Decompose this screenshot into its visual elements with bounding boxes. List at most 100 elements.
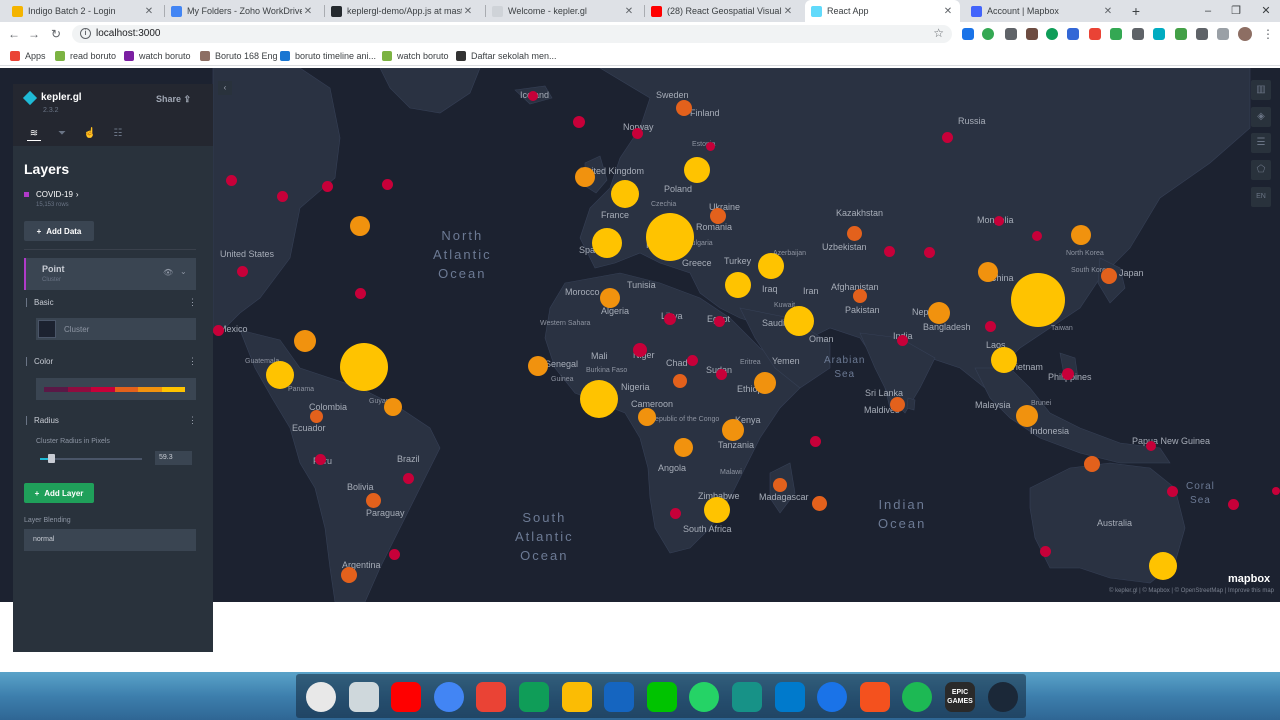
section-color[interactable]: Color (26, 357, 53, 366)
bookmark-item[interactable]: Boruto 168 Eng (200, 49, 278, 63)
cluster-point[interactable] (669, 507, 681, 519)
cluster-point[interactable] (1062, 368, 1074, 380)
cluster-point[interactable] (676, 100, 692, 116)
spotify-icon[interactable] (902, 682, 933, 712)
color-range-selector[interactable] (36, 378, 196, 400)
cluster-point[interactable] (575, 167, 595, 187)
cluster-point[interactable] (713, 315, 725, 327)
cluster-point[interactable] (1084, 456, 1100, 472)
more-options-icon[interactable]: ⋮ (188, 297, 197, 308)
close-tab-icon[interactable]: ✕ (143, 6, 155, 17)
chevron-down-icon[interactable]: ⌄ (180, 267, 187, 276)
cluster-point[interactable] (528, 356, 548, 376)
map-attribution[interactable]: © kepler.gl | © Mapbox | © OpenStreetMap… (1109, 588, 1274, 594)
extension-icon[interactable] (1132, 28, 1144, 40)
cluster-point[interactable] (266, 361, 294, 389)
share-button[interactable]: Share ⇪ (156, 94, 191, 105)
tab-layers-icon[interactable]: ≋ (27, 127, 41, 141)
profile-avatar[interactable] (1238, 27, 1252, 41)
collapse-panel-button[interactable]: ‹ (218, 81, 232, 95)
cluster-point[interactable] (889, 396, 905, 412)
cluster-point[interactable] (580, 380, 618, 418)
bookmark-item[interactable]: Daftar sekolah men... (456, 49, 557, 63)
locale-button[interactable]: EN (1251, 187, 1271, 207)
close-tab-icon[interactable]: ✕ (1102, 6, 1114, 17)
cluster-point[interactable] (673, 437, 693, 457)
more-options-icon[interactable]: ⋮ (188, 356, 197, 367)
apps-shortcut[interactable]: Apps (10, 49, 46, 63)
cluster-point[interactable] (388, 548, 400, 560)
bookmark-star-icon[interactable]: ☆ (933, 26, 944, 40)
site-info-icon[interactable]: i (80, 28, 91, 39)
extension-icon[interactable] (1110, 28, 1122, 40)
address-bar[interactable]: i localhost:3000 ☆ (72, 25, 952, 43)
cluster-point[interactable] (236, 265, 248, 277)
cluster-point[interactable] (853, 289, 867, 303)
cluster-point[interactable] (684, 157, 710, 183)
cluster-point[interactable] (611, 180, 639, 208)
maps-icon[interactable] (817, 682, 848, 712)
cluster-point[interactable] (633, 343, 647, 357)
steam-icon[interactable] (987, 682, 1018, 712)
cluster-point[interactable] (350, 216, 370, 236)
blending-select[interactable]: normal (24, 529, 196, 551)
cluster-point[interactable] (600, 288, 620, 308)
cluster-point[interactable] (1011, 273, 1065, 327)
cluster-point[interactable] (321, 180, 333, 192)
reading-list-icon[interactable] (1217, 28, 1229, 40)
radius-slider-handle[interactable] (48, 454, 55, 463)
draw-polygon-icon[interactable]: ⬠ (1251, 160, 1271, 180)
cluster-point[interactable] (1071, 225, 1091, 245)
cluster-point[interactable] (784, 306, 814, 336)
cluster-point[interactable] (811, 495, 827, 511)
browser-tab[interactable]: Account | Mapbox ✕ (965, 0, 1120, 22)
radius-slider-track[interactable] (40, 458, 142, 460)
cluster-point[interactable] (754, 372, 776, 394)
pencil-icon[interactable] (859, 682, 890, 712)
close-window-icon[interactable]: ✕ (1252, 0, 1280, 22)
new-tab-icon[interactable]: + (1128, 2, 1144, 20)
cluster-point[interactable] (883, 245, 895, 257)
tab-filters-icon[interactable]: ⏷ (55, 127, 69, 141)
minimize-icon[interactable]: – (1194, 0, 1222, 22)
cluster-point[interactable] (705, 141, 715, 151)
cluster-point[interactable] (725, 272, 751, 298)
whatsapp-icon[interactable] (689, 682, 720, 712)
cluster-point[interactable] (309, 409, 323, 423)
bookmark-item[interactable]: watch boruto (124, 49, 191, 63)
extensions-puzzle-icon[interactable] (1196, 28, 1208, 40)
cluster-point[interactable] (365, 492, 381, 508)
epic-games-icon[interactable]: EPIC GAMES (945, 682, 975, 712)
cluster-point[interactable] (704, 497, 730, 523)
cluster-point[interactable] (1101, 268, 1117, 284)
cluster-point[interactable] (722, 419, 744, 441)
close-tab-icon[interactable]: ✕ (942, 6, 954, 17)
cluster-point[interactable] (528, 91, 538, 101)
cluster-point[interactable] (994, 216, 1004, 226)
dataset-item[interactable]: COVID-19 › (24, 190, 79, 199)
close-tab-icon[interactable]: ✕ (302, 6, 314, 17)
vscode-icon[interactable] (774, 682, 805, 712)
cluster-point[interactable] (896, 334, 908, 346)
cluster-point[interactable] (646, 213, 694, 261)
cluster-point[interactable] (941, 131, 953, 143)
extension-icon[interactable] (1005, 28, 1017, 40)
add-data-button[interactable]: + Add Data (24, 221, 94, 241)
menu-icon[interactable]: ⋮ (1260, 26, 1276, 42)
cluster-point[interactable] (212, 324, 224, 336)
cluster-point[interactable] (710, 208, 726, 224)
section-basic[interactable]: Basic (26, 298, 54, 307)
cluster-point[interactable] (1146, 441, 1156, 451)
cluster-point[interactable] (1149, 552, 1177, 580)
extension-icon[interactable] (1067, 28, 1079, 40)
cluster-point[interactable] (314, 453, 326, 465)
browser-tab[interactable]: keplergl-demo/App.js at master ✕ (325, 0, 480, 22)
tab-interactions-icon[interactable]: ☝ (83, 127, 97, 141)
browser-tab[interactable]: (28) React Geospatial Visualizatic✕ (645, 0, 800, 22)
cluster-point[interactable] (1016, 405, 1038, 427)
split-map-icon[interactable]: ▥ (1251, 80, 1271, 100)
recycle-bin-icon[interactable] (348, 682, 379, 712)
gitkraken-icon[interactable] (732, 682, 762, 712)
cluster-point[interactable] (673, 374, 687, 388)
cluster-point[interactable] (1032, 231, 1042, 241)
